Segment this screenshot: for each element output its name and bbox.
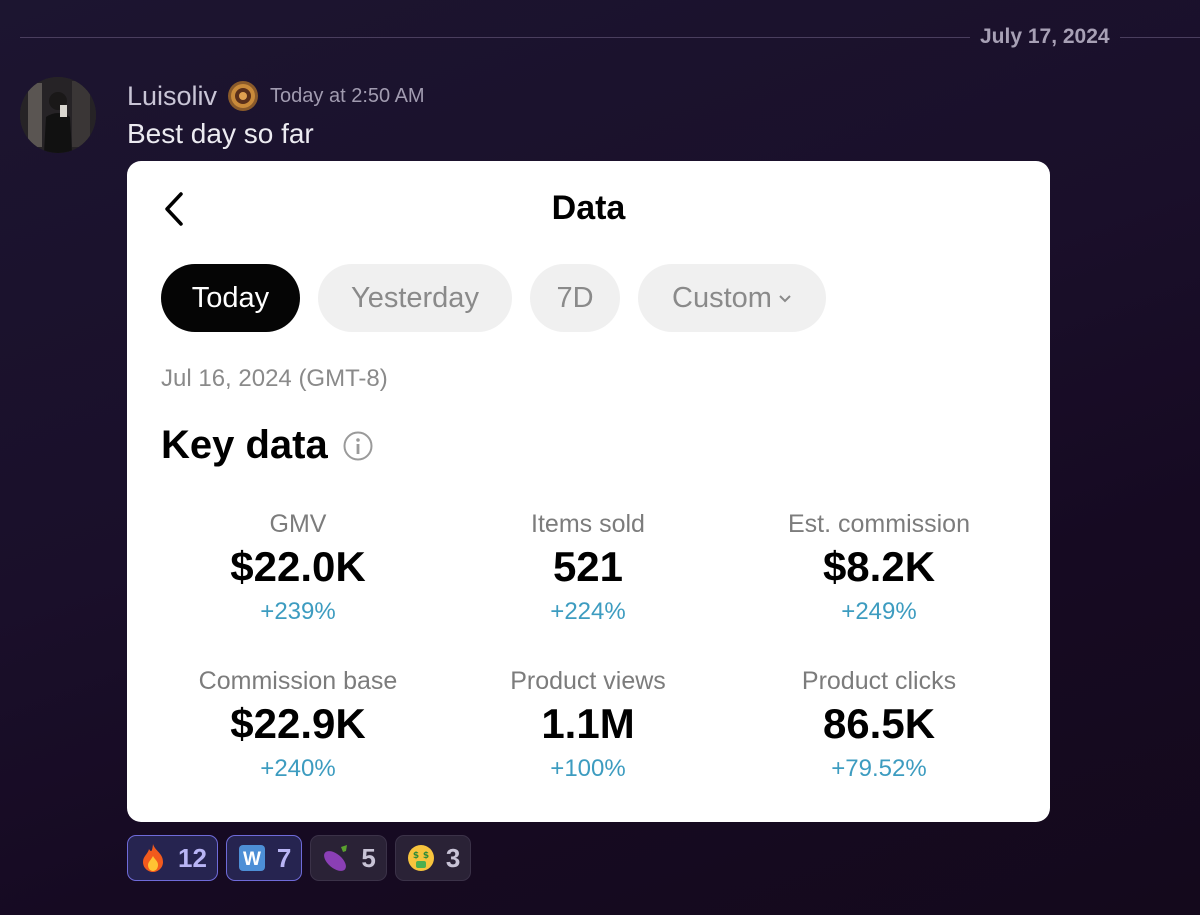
tab-label: Custom <box>672 281 772 314</box>
metric-value: $8.2K <box>822 543 936 590</box>
tab-yesterday[interactable]: Yesterday <box>318 264 512 332</box>
chat-message: Luisoliv Today at 2:50 AM Best day so fa… <box>20 76 1180 896</box>
date-range: Jul 16, 2024 (GMT-8) <box>161 365 388 392</box>
message-text: Best day so far <box>127 118 314 149</box>
divider-date: July 17, 2024 <box>980 25 1110 48</box>
reaction-money-mouth[interactable]: $ $ 3 <box>394 835 472 881</box>
date-divider: July 17, 2024 <box>20 20 1200 54</box>
metric-product-views: Product views 1.1M +100% <box>438 666 738 784</box>
tab-7d[interactable]: 7D <box>530 264 620 332</box>
metric-change: +249% <box>841 598 917 625</box>
metric-label: Est. commission <box>788 510 970 538</box>
card-title: Data <box>551 189 626 227</box>
username[interactable]: Luisoliv <box>127 81 217 112</box>
metric-value: 521 <box>552 543 624 590</box>
metric-commission-base: Commission base $22.9K +240% <box>148 666 448 784</box>
metric-gmv: GMV $22.0K +239% <box>148 509 448 627</box>
metric-value: $22.9K <box>230 700 366 747</box>
metric-label: Items sold <box>531 510 645 538</box>
metric-change: +100% <box>550 755 626 782</box>
reaction-fire[interactable]: 12 <box>127 835 218 881</box>
metric-value: $22.0K <box>230 543 366 590</box>
info-icon[interactable] <box>342 430 374 462</box>
tab-label: Today <box>191 281 270 314</box>
metric-product-clicks: Product clicks 86.5K +79.52% <box>729 666 1029 784</box>
metric-value: 86.5K <box>822 700 936 747</box>
metric-label: Product views <box>510 667 666 695</box>
section-title: Key data <box>161 423 374 468</box>
svg-text:$: $ <box>413 851 419 861</box>
reaction-count: 12 <box>178 842 207 873</box>
date-tabs: Today Yesterday 7D Custom <box>161 264 844 332</box>
tab-today[interactable]: Today <box>161 264 300 332</box>
timestamp: Today at 2:50 AM <box>270 84 425 107</box>
avatar[interactable] <box>20 77 96 153</box>
embedded-screenshot-card[interactable]: Data Today Yesterday 7D Custom Jul 16, 2… <box>127 161 1050 822</box>
eggplant-emoji-icon <box>321 843 351 873</box>
metric-change: +224% <box>550 598 626 625</box>
reaction-count: 7 <box>276 842 292 873</box>
money-mouth-emoji-icon: $ $ <box>406 843 436 873</box>
divider-line <box>1120 37 1200 38</box>
svg-text:W: W <box>243 849 261 870</box>
badge-icon[interactable] <box>226 79 260 113</box>
reaction-count: 3 <box>445 842 461 873</box>
metric-change: +79.52% <box>831 755 927 782</box>
metric-est-commission: Est. commission $8.2K +249% <box>729 509 1029 627</box>
reaction-eggplant[interactable]: 5 <box>310 835 387 881</box>
metric-change: +239% <box>260 598 336 625</box>
tab-label: 7D <box>556 281 594 314</box>
tab-label: Yesterday <box>351 281 479 314</box>
reaction-w[interactable]: W 7 <box>225 835 303 881</box>
metric-value: 1.1M <box>541 700 635 747</box>
svg-text:$: $ <box>423 851 429 861</box>
metric-label: Product clicks <box>801 667 957 695</box>
chevron-down-icon <box>778 288 792 309</box>
fire-emoji-icon <box>138 843 168 873</box>
reaction-count: 5 <box>361 842 376 873</box>
metric-label: Commission base <box>198 667 398 695</box>
message-header: Luisoliv Today at 2:50 AM <box>127 79 425 113</box>
metric-change: +240% <box>260 755 336 782</box>
divider-line <box>20 37 970 38</box>
section-title-text: Key data <box>161 423 328 467</box>
tab-custom[interactable]: Custom <box>638 264 826 332</box>
reaction-bar: 12 W 7 5 $ $ 3 <box>127 835 479 881</box>
w-emoji-icon: W <box>237 843 267 873</box>
metric-label: GMV <box>269 510 327 538</box>
metric-items-sold: Items sold 521 +224% <box>438 509 738 627</box>
